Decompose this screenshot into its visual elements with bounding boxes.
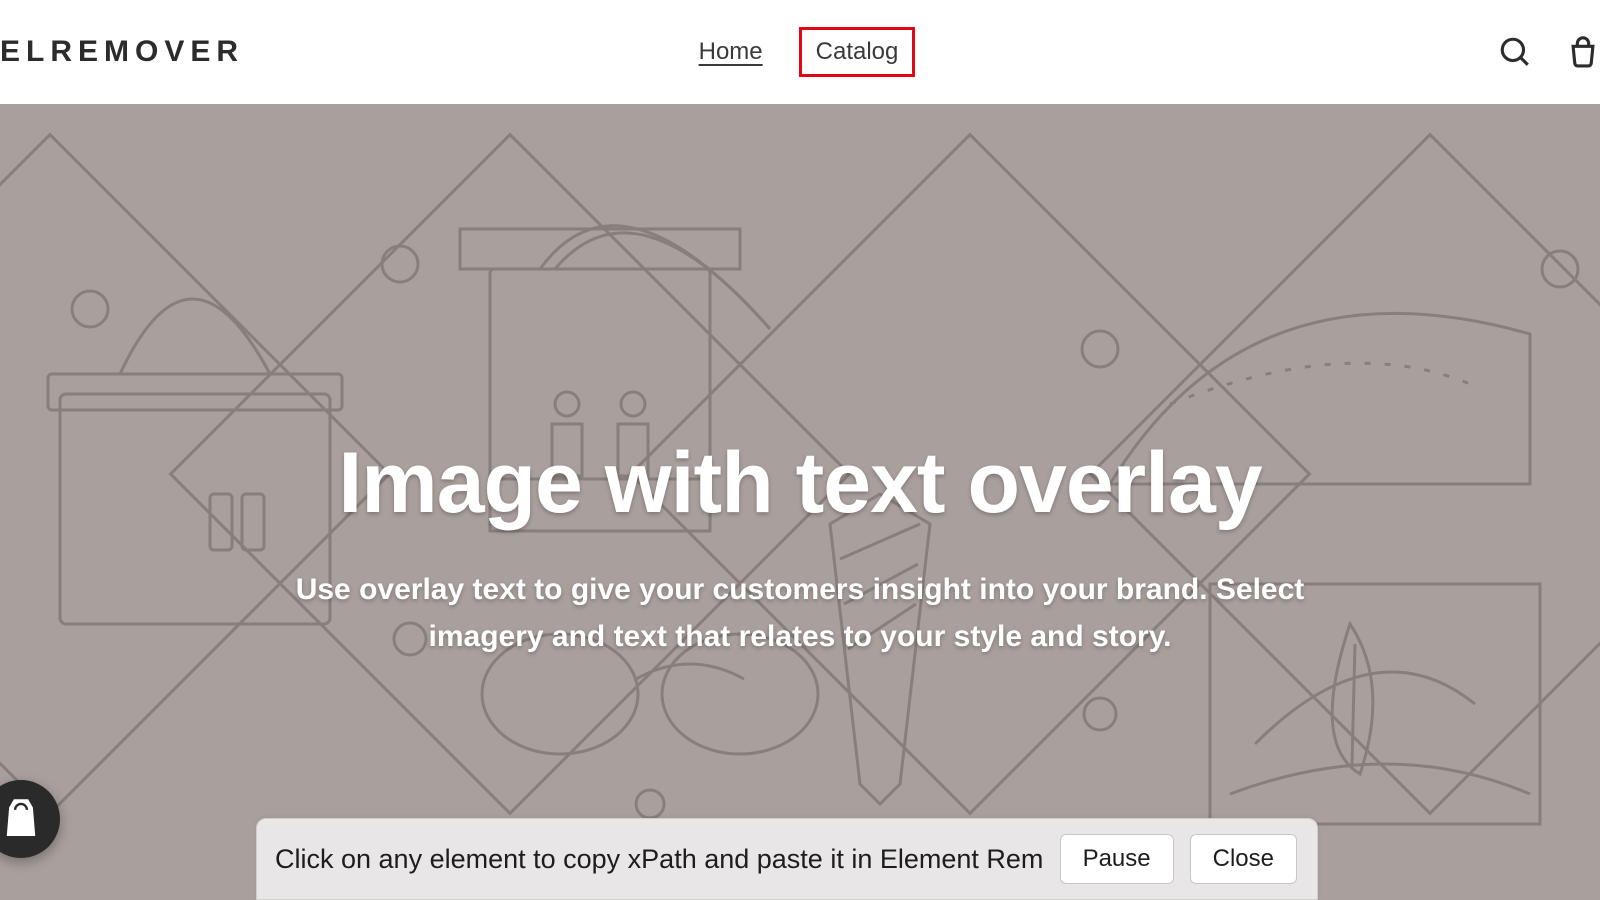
nav-home[interactable]: Home [685,30,777,75]
search-icon[interactable] [1498,35,1532,69]
hero-banner: Image with text overlay Use overlay text… [0,104,1600,900]
nav-catalog[interactable]: Catalog [799,27,916,78]
toolbar-message: Click on any element to copy xPath and p… [275,844,1044,875]
close-button[interactable]: Close [1190,834,1297,884]
site-logo[interactable]: ELREMOVER [0,0,244,104]
hero-copy: Image with text overlay Use overlay text… [0,434,1600,660]
hero-title: Image with text overlay [60,434,1540,533]
pause-button[interactable]: Pause [1060,834,1174,884]
shopify-bag-icon [2,795,40,844]
cart-icon[interactable] [1566,35,1600,69]
hero-subtitle: Use overlay text to give your customers … [250,567,1350,660]
element-remover-toolbar: Click on any element to copy xPath and p… [256,818,1318,900]
primary-nav: Home Catalog [685,27,916,78]
site-header: ELREMOVER Home Catalog [0,0,1600,104]
header-action-icons [1498,0,1600,104]
